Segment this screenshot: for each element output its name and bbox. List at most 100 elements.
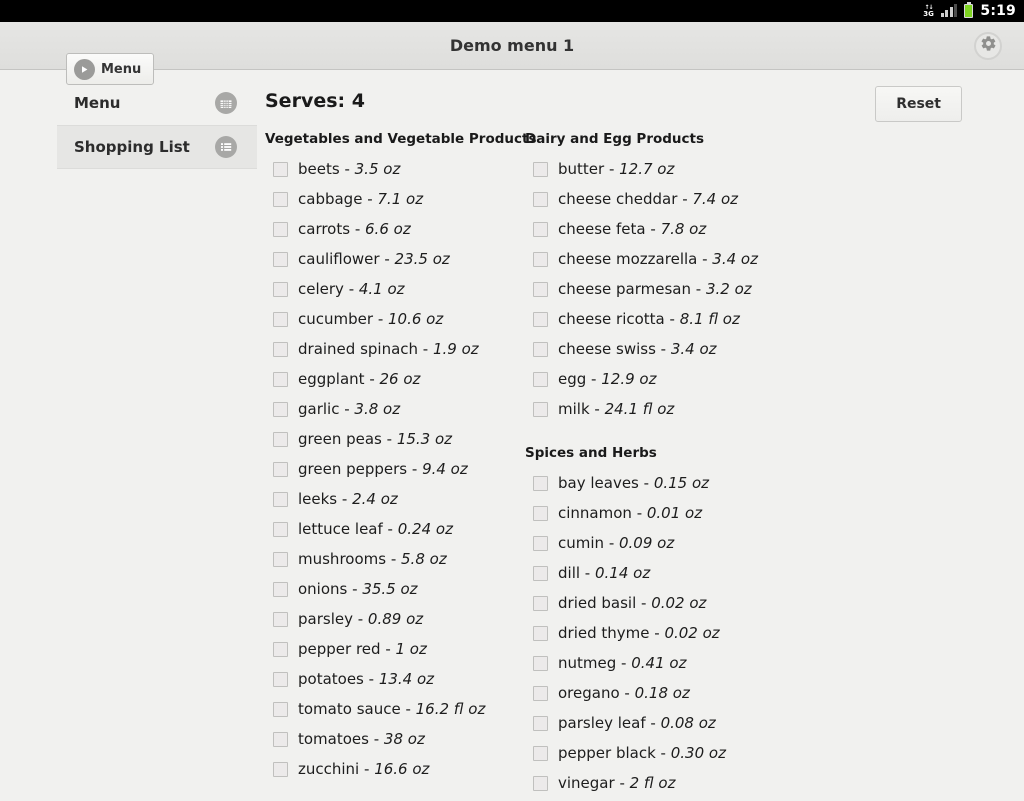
item-checkbox[interactable] xyxy=(273,671,288,687)
shopping-list-item[interactable]: leeks - 2.4 oz xyxy=(265,484,525,514)
item-checkbox[interactable] xyxy=(273,491,288,507)
item-checkbox[interactable] xyxy=(273,521,288,537)
shopping-list-item[interactable]: bay leaves - 0.15 oz xyxy=(525,468,785,498)
item-checkbox[interactable] xyxy=(533,191,548,207)
item-checkbox[interactable] xyxy=(533,655,548,671)
shopping-list-item[interactable]: cauliflower - 23.5 oz xyxy=(265,244,525,274)
item-checkbox[interactable] xyxy=(533,625,548,641)
item-checkbox[interactable] xyxy=(533,161,548,177)
item-checkbox[interactable] xyxy=(273,251,288,267)
item-checkbox[interactable] xyxy=(273,701,288,717)
shopping-list-item[interactable]: carrots - 6.6 oz xyxy=(265,214,525,244)
item-checkbox[interactable] xyxy=(273,161,288,177)
item-checkbox[interactable] xyxy=(533,311,548,327)
reset-button[interactable]: Reset xyxy=(875,86,962,122)
item-label: zucchini - 16.6 oz xyxy=(298,760,430,778)
item-checkbox[interactable] xyxy=(533,221,548,237)
item-checkbox[interactable] xyxy=(533,281,548,297)
item-label: green peppers - 9.4 oz xyxy=(298,460,468,478)
item-checkbox[interactable] xyxy=(533,775,548,791)
shopping-list-item[interactable]: pepper red - 1 oz xyxy=(265,634,525,664)
shopping-list-item[interactable]: dill - 0.14 oz xyxy=(525,558,785,588)
item-checkbox[interactable] xyxy=(533,371,548,387)
shopping-list-item[interactable]: cheese ricotta - 8.1 fl oz xyxy=(525,304,785,334)
item-checkbox[interactable] xyxy=(273,191,288,207)
shopping-list-item[interactable]: mushrooms - 5.8 oz xyxy=(265,544,525,574)
shopping-list-item[interactable]: dried basil - 0.02 oz xyxy=(525,588,785,618)
item-label: cheese feta - 7.8 oz xyxy=(558,220,707,238)
item-checkbox[interactable] xyxy=(533,745,548,761)
item-checkbox[interactable] xyxy=(273,461,288,477)
item-checkbox[interactable] xyxy=(533,401,548,417)
shopping-list-item[interactable]: celery - 4.1 oz xyxy=(265,274,525,304)
shopping-list-item[interactable]: butter - 12.7 oz xyxy=(525,154,785,184)
shopping-list-item[interactable]: cheese feta - 7.8 oz xyxy=(525,214,785,244)
shopping-list-item[interactable]: parsley leaf - 0.08 oz xyxy=(525,708,785,738)
shopping-list-item[interactable]: milk - 24.1 fl oz xyxy=(525,394,785,424)
sidebar-item-shopping-list[interactable]: Shopping List xyxy=(57,125,257,169)
shopping-list-item[interactable]: drained spinach - 1.9 oz xyxy=(265,334,525,364)
item-checkbox[interactable] xyxy=(533,685,548,701)
shopping-list-item[interactable]: cumin - 0.09 oz xyxy=(525,528,785,558)
status-icon-group: ↑↓ 3G 5:19 xyxy=(923,2,1016,19)
action-bar: Demo menu 1 Menu xyxy=(0,22,1024,85)
item-checkbox[interactable] xyxy=(273,341,288,357)
item-name: beets xyxy=(298,160,340,178)
sidebar-item-label: Menu xyxy=(74,94,121,112)
item-checkbox[interactable] xyxy=(533,715,548,731)
item-quantity: 0.02 oz xyxy=(651,594,707,612)
column-vegetables: Vegetables and Vegetable Products beets … xyxy=(265,131,537,798)
item-checkbox[interactable] xyxy=(533,535,548,551)
item-label: carrots - 6.6 oz xyxy=(298,220,411,238)
item-checkbox[interactable] xyxy=(533,505,548,521)
shopping-list-item[interactable]: cabbage - 7.1 oz xyxy=(265,184,525,214)
shopping-list-item[interactable]: cheese swiss - 3.4 oz xyxy=(525,334,785,364)
shopping-list-item[interactable]: lettuce leaf - 0.24 oz xyxy=(265,514,525,544)
item-checkbox[interactable] xyxy=(533,475,548,491)
item-checkbox[interactable] xyxy=(273,551,288,567)
menu-up-button[interactable]: Menu xyxy=(66,53,155,85)
item-checkbox[interactable] xyxy=(273,401,288,417)
shopping-list-item[interactable]: dried thyme - 0.02 oz xyxy=(525,618,785,648)
item-checkbox[interactable] xyxy=(533,595,548,611)
shopping-list-item[interactable]: eggplant - 26 oz xyxy=(265,364,525,394)
shopping-list-item[interactable]: cheese cheddar - 7.4 oz xyxy=(525,184,785,214)
shopping-list-item[interactable]: cucumber - 10.6 oz xyxy=(265,304,525,334)
item-checkbox[interactable] xyxy=(273,641,288,657)
shopping-list-item[interactable]: nutmeg - 0.41 oz xyxy=(525,648,785,678)
shopping-list-item[interactable]: zucchini - 16.6 oz xyxy=(265,754,525,784)
shopping-list-item[interactable]: beets - 3.5 oz xyxy=(265,154,525,184)
shopping-list-item[interactable]: egg - 12.9 oz xyxy=(525,364,785,394)
item-checkbox[interactable] xyxy=(273,581,288,597)
sidebar-item-menu[interactable]: Menu xyxy=(57,81,257,125)
shopping-list-item[interactable]: tomatoes - 38 oz xyxy=(265,724,525,754)
shopping-list-item[interactable]: parsley - 0.89 oz xyxy=(265,604,525,634)
item-name: green peppers xyxy=(298,460,408,478)
shopping-list-item[interactable]: green peas - 15.3 oz xyxy=(265,424,525,454)
shopping-list-item[interactable]: onions - 35.5 oz xyxy=(265,574,525,604)
shopping-list-item[interactable]: oregano - 0.18 oz xyxy=(525,678,785,708)
shopping-list-item[interactable]: cinnamon - 0.01 oz xyxy=(525,498,785,528)
item-checkbox[interactable] xyxy=(273,431,288,447)
item-checkbox[interactable] xyxy=(273,761,288,777)
item-checkbox[interactable] xyxy=(533,565,548,581)
item-name: mushrooms xyxy=(298,550,387,568)
item-checkbox[interactable] xyxy=(273,731,288,747)
shopping-list-item[interactable]: cheese parmesan - 3.2 oz xyxy=(525,274,785,304)
item-checkbox[interactable] xyxy=(273,611,288,627)
shopping-list-item[interactable]: garlic - 3.8 oz xyxy=(265,394,525,424)
item-label: nutmeg - 0.41 oz xyxy=(558,654,687,672)
item-checkbox[interactable] xyxy=(273,311,288,327)
shopping-list-item[interactable]: tomato sauce - 16.2 fl oz xyxy=(265,694,525,724)
item-checkbox[interactable] xyxy=(533,341,548,357)
item-checkbox[interactable] xyxy=(273,281,288,297)
item-checkbox[interactable] xyxy=(273,221,288,237)
shopping-list-item[interactable]: cheese mozzarella - 3.4 oz xyxy=(525,244,785,274)
item-checkbox[interactable] xyxy=(533,251,548,267)
item-checkbox[interactable] xyxy=(273,371,288,387)
shopping-list-item[interactable]: pepper black - 0.30 oz xyxy=(525,738,785,768)
settings-button[interactable] xyxy=(974,31,1002,60)
shopping-list-item[interactable]: vinegar - 2 fl oz xyxy=(525,768,785,798)
shopping-list-item[interactable]: green peppers - 9.4 oz xyxy=(265,454,525,484)
shopping-list-item[interactable]: potatoes - 13.4 oz xyxy=(265,664,525,694)
